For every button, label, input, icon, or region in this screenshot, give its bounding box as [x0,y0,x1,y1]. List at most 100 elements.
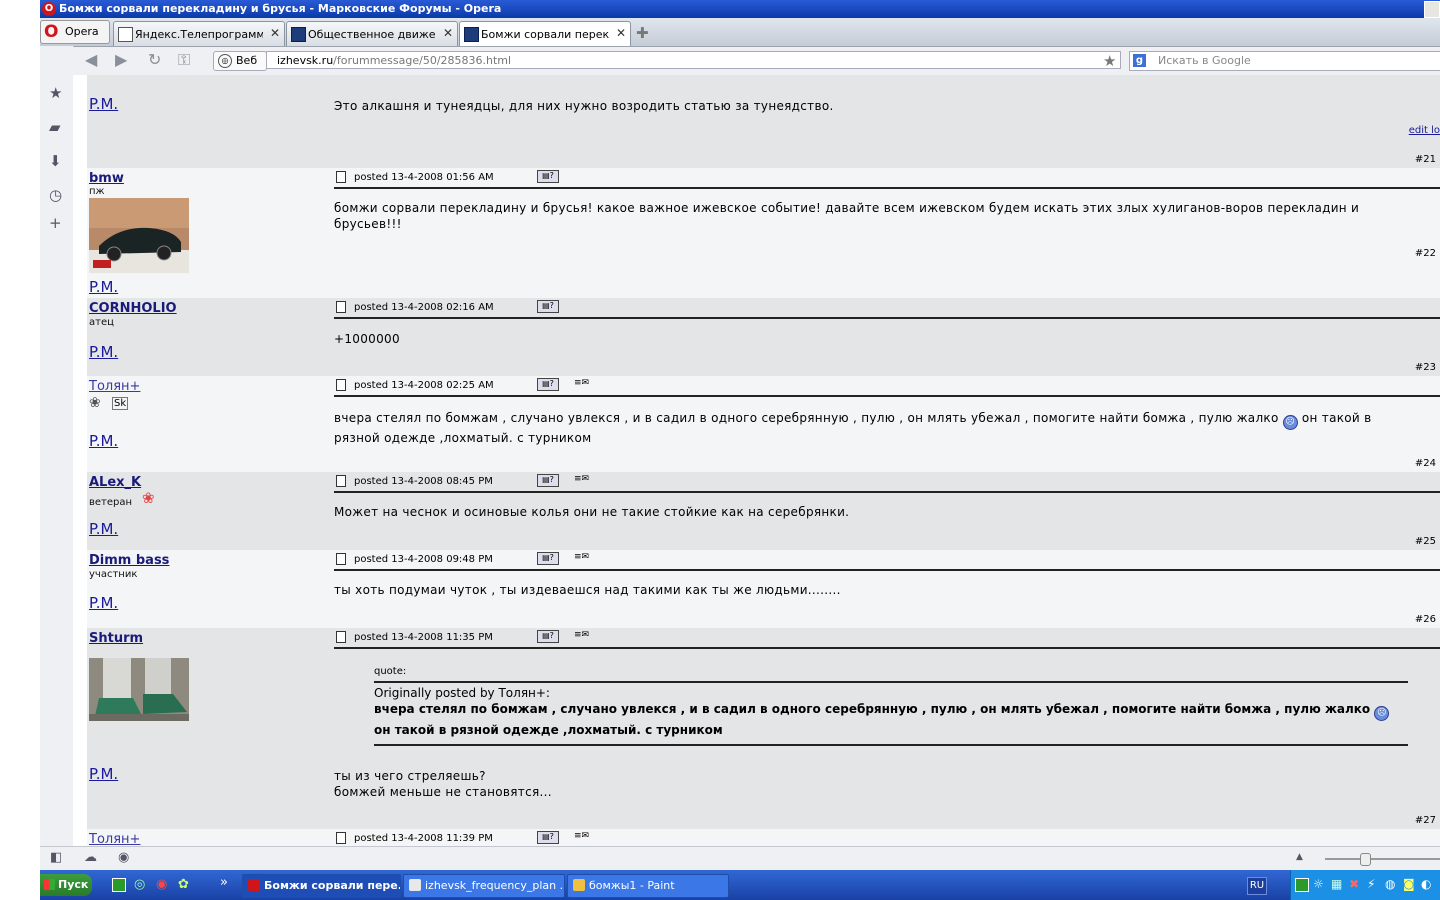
pm-link[interactable]: P.M. [89,95,118,113]
opera-task-icon [248,879,260,891]
email-icon[interactable]: ≡✉ [574,378,596,389]
web-search-button[interactable]: ◎ Веб [213,51,267,71]
turbo-icon[interactable]: ◉ [118,850,129,865]
forum-favicon-icon [464,27,479,42]
username-link[interactable]: Dimm bass [89,553,169,568]
zoom-slider[interactable] [1325,858,1440,860]
zoom-up-icon[interactable]: ▲ [1296,852,1303,862]
post-number: #25 [1414,536,1436,547]
user-rank: пж [89,186,105,197]
tray-network-icon[interactable]: ▦ [1331,877,1342,891]
close-tab-icon[interactable]: ✕ [443,26,453,40]
pm-link[interactable]: P.M. [89,432,118,450]
task-pdf[interactable]: izhevsk_frequency_plan ... [403,874,565,898]
forward-arrow-icon[interactable]: ▶ [115,50,127,69]
close-tab-icon[interactable]: ✕ [270,26,280,40]
key-icon[interactable]: ⚿ [178,50,190,70]
tray-misc-icon[interactable]: ◙ [1403,877,1415,891]
reload-icon[interactable]: ↻ [148,50,161,69]
tab-yandex[interactable]: Яндекс.Телепрограмма... ✕ [113,21,285,46]
pm-link[interactable]: P.M. [89,765,118,783]
posted-date: posted 13-4-2008 02:25 AM [354,380,494,391]
tab-bar: O Opera Яндекс.Телепрограмма... ✕ Общест… [40,18,1440,47]
start-button[interactable]: Пуск [40,874,92,896]
profile-icon[interactable]: ▤? [537,300,559,313]
post-document-icon [336,475,346,487]
post-body: ты из чего стреляешь? бомжей меньше не с… [334,768,1414,800]
profile-icon[interactable]: ▤? [537,170,559,183]
minimize-button[interactable] [1424,1,1440,18]
post-number: #24 [1414,458,1436,469]
username-link[interactable]: Толян+ [89,832,140,846]
history-clock-icon[interactable]: ◷ [49,186,62,204]
post-header: posted 13-4-2008 11:35 PM ▤? ≡✉ [334,630,1440,649]
add-panel-plus-icon[interactable]: + [49,214,62,232]
quicklaunch-opera-icon[interactable]: ◉ [156,877,167,892]
flower-badge-icon: ❀ [89,395,101,411]
tray-app-icon[interactable] [1295,878,1309,892]
pm-link[interactable]: P.M. [89,343,118,361]
email-icon[interactable]: ≡✉ [574,552,596,563]
pm-link[interactable]: P.M. [89,278,118,296]
quote-text-a: вчера стелял по бомжам , случано увлекся… [374,702,1321,716]
url-domain: izhevsk.ru [277,54,334,67]
task-paint[interactable]: бомжы1 - Paint [567,874,729,898]
task-label: izhevsk_frequency_plan ... [425,879,565,892]
pm-link[interactable]: P.M. [89,520,118,538]
tray-sun-icon[interactable]: ☼ [1313,877,1324,891]
opera-menu-button[interactable]: O Opera [40,20,110,44]
address-toolbar: ◀ ▶ ↻ ⚿ ◎ Веб izhevsk.ru/forummessage/50… [73,47,1440,76]
tab-bomzhi[interactable]: Бомжи сорвали перекл... ✕ [459,21,631,46]
sk-badge-icon: Sk [112,397,129,410]
forum-post-24: Толян+ ❀ Sk P.M. posted 13-4-2008 02:25 … [87,376,1440,472]
back-arrow-icon[interactable]: ◀ [85,50,97,69]
email-icon[interactable]: ≡✉ [574,474,596,485]
tray-power-icon[interactable]: ⚡ [1367,877,1375,891]
downloads-icon[interactable]: ⬇ [49,152,62,170]
new-tab-plus-icon[interactable]: ✚ [636,24,649,42]
bookmark-star-icon[interactable]: ★ [1103,52,1116,70]
email-icon[interactable]: ≡✉ [574,831,596,842]
user-rank: атец [89,317,114,328]
quicklaunch-refresh-icon[interactable]: ◎ [134,877,145,892]
username-link[interactable]: Толян+ [89,379,140,394]
username-link[interactable]: ALex_K [89,475,141,490]
zoom-slider-handle[interactable] [1360,853,1371,866]
language-indicator[interactable]: RU [1247,877,1267,895]
profile-icon[interactable]: ▤? [537,831,559,844]
task-opera[interactable]: Бомжи сорвали пере... [242,874,401,898]
quote-author: Originally posted by Толян+: [374,686,550,700]
profile-icon[interactable]: ▤? [537,630,559,643]
tab-obshchestvennoe[interactable]: Общественное движен... ✕ [286,21,458,46]
side-panel: ★ ▰ ⬇ ◷ + [40,46,74,846]
post-body: ты хоть подумаи чуток , ты издеваешся на… [334,583,841,597]
tray-volume-icon[interactable]: ◍ [1385,877,1395,891]
pm-link[interactable]: P.M. [89,594,118,612]
username-link[interactable]: Shturm [89,631,143,646]
profile-icon[interactable]: ▤? [537,552,559,565]
profile-icon[interactable]: ▤? [537,378,559,391]
address-field[interactable]: izhevsk.ru/forummessage/50/285836.html [266,51,1121,69]
post-document-icon [336,832,346,844]
tray-antivirus-icon[interactable]: ✖ [1349,877,1359,891]
bookmarks-star-icon[interactable]: ★ [49,84,62,102]
username-link[interactable]: CORNHOLIO [89,301,177,316]
quote-divider-top [374,681,1408,683]
quicklaunch-app-icon[interactable] [112,878,126,892]
edit-link[interactable]: edit lo [1409,125,1440,136]
google-search-field[interactable]: g Искать в Google [1129,51,1440,71]
post-header: posted 13-4-2008 01:56 AM ▤? [334,170,1440,189]
unite-cloud-icon[interactable]: ☁ [84,850,97,865]
user-rank: участник [89,569,138,580]
notes-icon[interactable]: ▰ [49,118,61,136]
username-link[interactable]: bmw [89,171,124,186]
email-icon[interactable]: ≡✉ [574,630,596,641]
quote-block: quote: Originally posted by Толян+: вчер… [374,666,1408,746]
quicklaunch-more-icon[interactable]: » [220,875,228,890]
profile-icon[interactable]: ▤? [537,474,559,487]
paint-icon [573,879,585,891]
tray-extra-icon[interactable]: ◐ [1421,877,1431,891]
close-tab-icon[interactable]: ✕ [616,26,626,40]
quicklaunch-icq-icon[interactable]: ✿ [178,877,189,892]
panel-toggle-icon[interactable]: ◧ [50,850,62,865]
